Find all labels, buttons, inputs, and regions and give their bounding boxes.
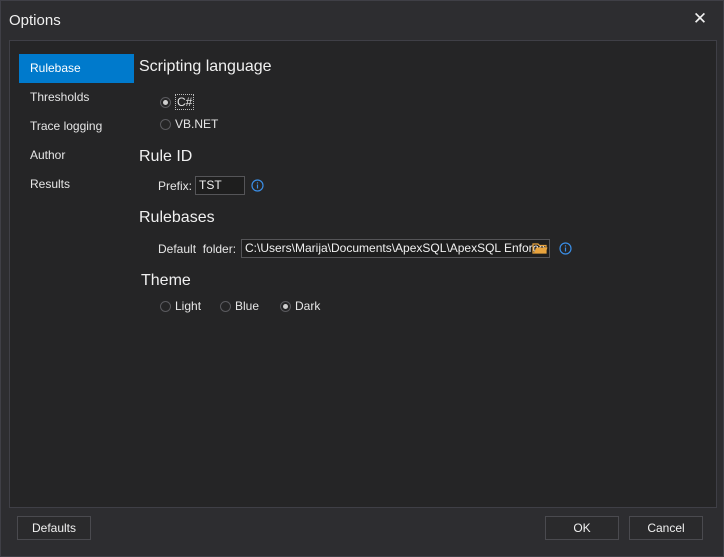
- radio-theme-dark-indicator[interactable]: [280, 300, 291, 312]
- options-dialog: Options ✕ Rulebase Thresholds Trace logg…: [0, 0, 724, 557]
- radio-theme-blue-indicator[interactable]: [220, 300, 231, 312]
- radio-vbnet-indicator[interactable]: [160, 118, 171, 130]
- title-bar: Options ✕: [1, 1, 723, 39]
- radio-theme-light-indicator[interactable]: [160, 300, 171, 312]
- dialog-title: Options: [9, 12, 61, 29]
- default-folder-label: Default folder:: [158, 242, 237, 256]
- sidebar-item-results[interactable]: Results: [19, 170, 134, 199]
- rulebases-heading: Rulebases: [139, 209, 215, 226]
- radio-csharp-label: C#: [175, 94, 195, 110]
- info-icon[interactable]: [251, 179, 264, 192]
- sidebar-item-thresholds[interactable]: Thresholds: [19, 83, 134, 112]
- prefix-input[interactable]: TST: [195, 176, 245, 195]
- radio-theme-blue[interactable]: Blue: [220, 299, 259, 313]
- radio-vbnet[interactable]: VB.NET: [160, 117, 218, 131]
- default-folder-input[interactable]: C:\Users\Marija\Documents\ApexSQL\ApexSQ…: [241, 239, 550, 258]
- radio-theme-dark[interactable]: Dark: [280, 299, 320, 313]
- info-icon[interactable]: [559, 242, 572, 255]
- cancel-button[interactable]: Cancel: [629, 516, 703, 540]
- sidebar-item-trace-logging[interactable]: Trace logging: [19, 112, 134, 141]
- close-icon[interactable]: ✕: [691, 10, 709, 28]
- radio-theme-light-label: Light: [175, 299, 202, 313]
- sidebar-item-rulebase[interactable]: Rulebase: [19, 54, 134, 83]
- radio-theme-light[interactable]: Light: [160, 299, 201, 313]
- prefix-label: Prefix:: [158, 179, 193, 193]
- radio-csharp[interactable]: C#: [160, 94, 195, 110]
- radio-theme-blue-label: Blue: [235, 299, 260, 313]
- theme-heading: Theme: [141, 272, 191, 289]
- sidebar: Rulebase Thresholds Trace logging Author…: [19, 54, 134, 199]
- ok-button[interactable]: OK: [545, 516, 619, 540]
- scripting-language-heading: Scripting language: [139, 58, 272, 75]
- radio-theme-dark-label: Dark: [295, 299, 321, 313]
- radio-csharp-indicator[interactable]: [160, 96, 171, 108]
- sidebar-item-author[interactable]: Author: [19, 141, 134, 170]
- radio-vbnet-label: VB.NET: [175, 117, 219, 131]
- options-panel: Rulebase Thresholds Trace logging Author…: [9, 40, 717, 508]
- defaults-button[interactable]: Defaults: [17, 516, 91, 540]
- rule-id-heading: Rule ID: [139, 148, 193, 165]
- folder-icon[interactable]: [532, 241, 548, 255]
